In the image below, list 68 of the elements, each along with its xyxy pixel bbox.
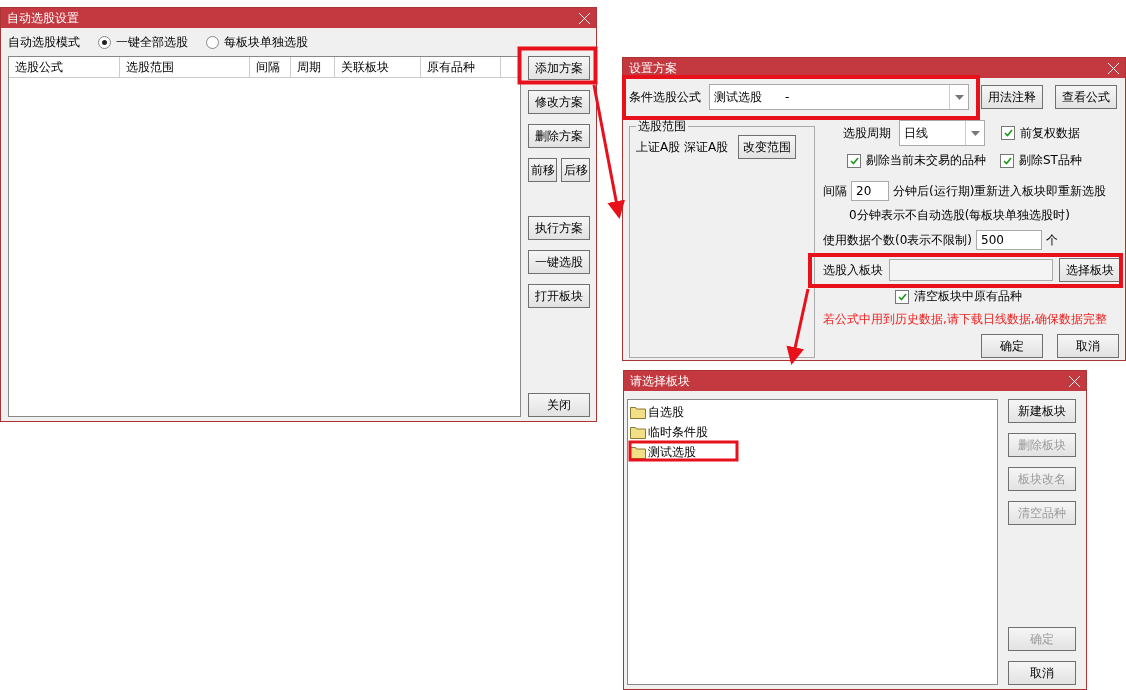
window-title: 自动选股设置 bbox=[7, 9, 79, 27]
scheme-list[interactable]: 选股公式 选股范围 间隔 周期 关联板块 原有品种 bbox=[8, 56, 521, 417]
dialog-button[interactable]: 新建板块 bbox=[1008, 399, 1076, 423]
target-field[interactable] bbox=[889, 259, 1053, 281]
warning-text: 若公式中用到历史数据,请下载日线数据,确保数据完整 bbox=[823, 311, 1108, 328]
folder-icon bbox=[630, 445, 646, 459]
column-header[interactable]: 关联板块 bbox=[335, 57, 421, 77]
dialog-button[interactable]: 查看公式 bbox=[1055, 85, 1117, 109]
window-title: 设置方案 bbox=[629, 59, 677, 77]
period-label: 选股周期 bbox=[843, 124, 891, 142]
target-label: 选股入板块 bbox=[823, 261, 883, 279]
dialog-button[interactable]: 删除方案 bbox=[528, 124, 590, 148]
checkbox[interactable] bbox=[1001, 126, 1015, 140]
dialog-button[interactable]: 用法注释 bbox=[981, 85, 1043, 109]
ok-button[interactable]: 确定 bbox=[981, 334, 1043, 358]
interval-note: 0分钟表示不自动选股(每板块单独选股时) bbox=[848, 207, 1071, 224]
close-icon[interactable] bbox=[1108, 62, 1119, 74]
column-header[interactable]: 选股公式 bbox=[9, 57, 120, 77]
checkbox-label[interactable]: 清空板块中原有品种 bbox=[914, 288, 1022, 305]
formula-dropdown[interactable]: 测试选股 - bbox=[709, 84, 969, 110]
folder-icon bbox=[630, 425, 646, 439]
column-header[interactable]: 间隔 bbox=[250, 57, 291, 77]
column-header[interactable]: 原有品种 bbox=[421, 57, 501, 77]
caret-icon[interactable] bbox=[954, 94, 964, 100]
interval-label: 间隔 bbox=[823, 182, 847, 200]
folder-icon bbox=[630, 405, 646, 419]
column-header[interactable]: 选股范围 bbox=[120, 57, 250, 77]
dialog-button[interactable]: 执行方案 bbox=[528, 216, 590, 240]
dialog-button[interactable]: 后移 bbox=[561, 158, 590, 182]
dialog-button[interactable]: 添加方案 bbox=[528, 56, 590, 80]
dialog-button[interactable]: 打开板块 bbox=[528, 284, 590, 308]
mode-label: 自动选股模式 bbox=[8, 33, 80, 51]
market-text: 上证A股 深证A股 bbox=[636, 138, 729, 156]
window-title: 请选择板块 bbox=[630, 372, 690, 390]
interval-field[interactable]: 20 bbox=[851, 181, 889, 201]
dialog-button[interactable]: 前移 bbox=[528, 158, 557, 182]
close-icon[interactable] bbox=[579, 12, 590, 24]
column-header[interactable]: 周期 bbox=[291, 57, 335, 77]
dialog-button[interactable]: 选择板块 bbox=[1059, 258, 1121, 282]
cancel-button[interactable]: 取消 bbox=[1057, 334, 1119, 358]
checkbox-label[interactable]: 剔除ST品种 bbox=[1019, 152, 1082, 169]
close-button[interactable]: 关闭 bbox=[528, 393, 590, 417]
formula-label: 条件选股公式 bbox=[629, 88, 701, 106]
checkbox[interactable] bbox=[895, 289, 909, 304]
caret-icon[interactable] bbox=[970, 130, 980, 136]
radio-button[interactable] bbox=[206, 35, 219, 49]
dialog-button[interactable]: 一键选股 bbox=[528, 250, 590, 274]
checkbox-label[interactable]: 前复权数据 bbox=[1020, 124, 1080, 142]
radio-label[interactable]: 每板块单独选股 bbox=[224, 33, 308, 51]
tree-item[interactable]: 测试选股 bbox=[648, 443, 696, 461]
dialog-button[interactable]: 取消 bbox=[1008, 661, 1076, 685]
close-icon[interactable] bbox=[1069, 375, 1080, 387]
count-label: 使用数据个数(0表示不限制) bbox=[823, 231, 972, 249]
checkbox[interactable] bbox=[847, 153, 861, 168]
count-unit: 个 bbox=[1046, 231, 1058, 249]
dialog-button[interactable]: 改变范围 bbox=[738, 135, 797, 159]
radio-label[interactable]: 一键全部选股 bbox=[116, 33, 188, 51]
dialog-button[interactable]: 修改方案 bbox=[528, 90, 590, 114]
tree-item[interactable]: 自选股 bbox=[648, 403, 684, 421]
group-legend: 选股范围 bbox=[636, 118, 688, 135]
tree-item[interactable]: 临时条件股 bbox=[648, 423, 708, 441]
block-list[interactable]: 自选股 临时条件股 测试选股 bbox=[627, 399, 998, 685]
interval-text: 分钟后(运行期)重新进入板块即重新选股 bbox=[893, 182, 1107, 200]
radio-button[interactable] bbox=[98, 35, 111, 49]
period-dropdown[interactable]: 日线 bbox=[899, 120, 985, 146]
checkbox[interactable] bbox=[1000, 153, 1014, 168]
checkbox-label[interactable]: 剔除当前未交易的品种 bbox=[866, 152, 986, 169]
count-field[interactable]: 500 bbox=[976, 230, 1042, 250]
